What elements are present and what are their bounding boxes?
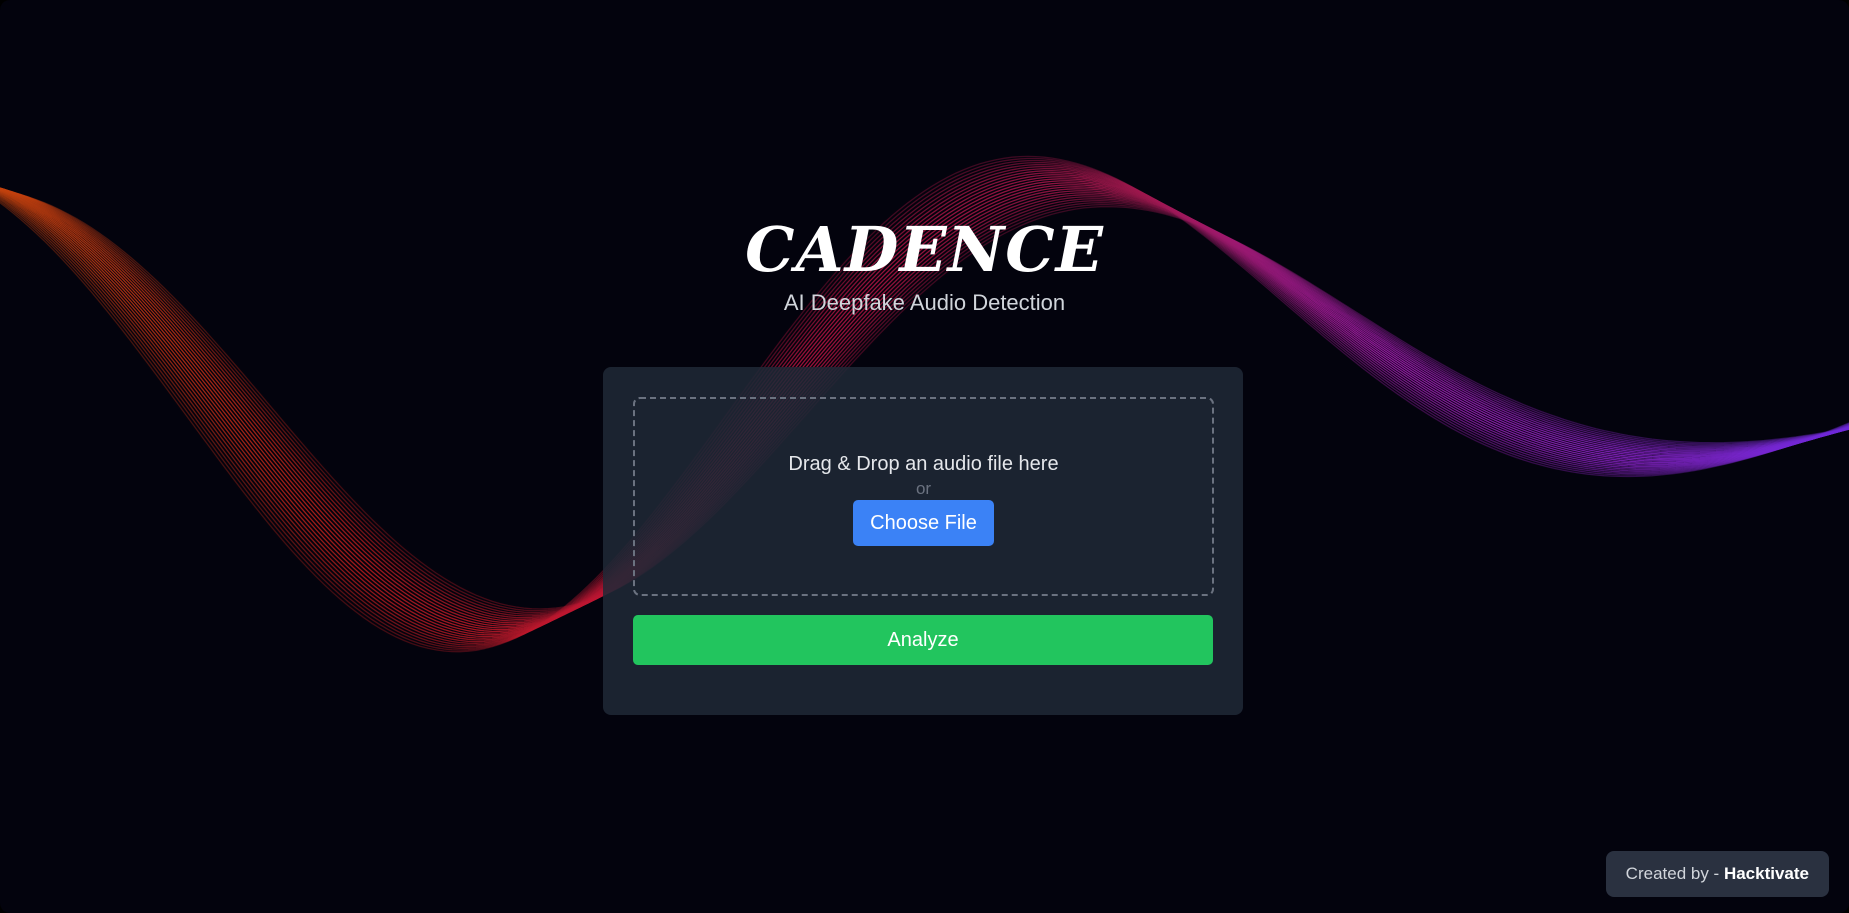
app-subtitle: AI Deepfake Audio Detection [783, 290, 1066, 315]
credit-prefix: Created by - [1625, 864, 1724, 883]
header: CADENCE AI Deepfake Audio Detection [0, 212, 1849, 316]
credit-badge: Created by - Hacktivate [1605, 851, 1829, 897]
credit-name: Hacktivate [1723, 864, 1809, 883]
app-title: CADENCE [745, 213, 1104, 286]
app-window: CADENCE AI Deepfake Audio Detection Drag… [0, 0, 1849, 913]
analyze-button[interactable]: Analyze [633, 615, 1213, 665]
audio-dropzone[interactable]: Drag & Drop an audio file here or Choose… [633, 397, 1214, 596]
upload-card: Drag & Drop an audio file here or Choose… [603, 367, 1243, 715]
or-separator: or [915, 479, 932, 498]
drop-instructions: Drag & Drop an audio file here [788, 453, 1059, 475]
choose-file-button[interactable]: Choose File [853, 500, 994, 546]
